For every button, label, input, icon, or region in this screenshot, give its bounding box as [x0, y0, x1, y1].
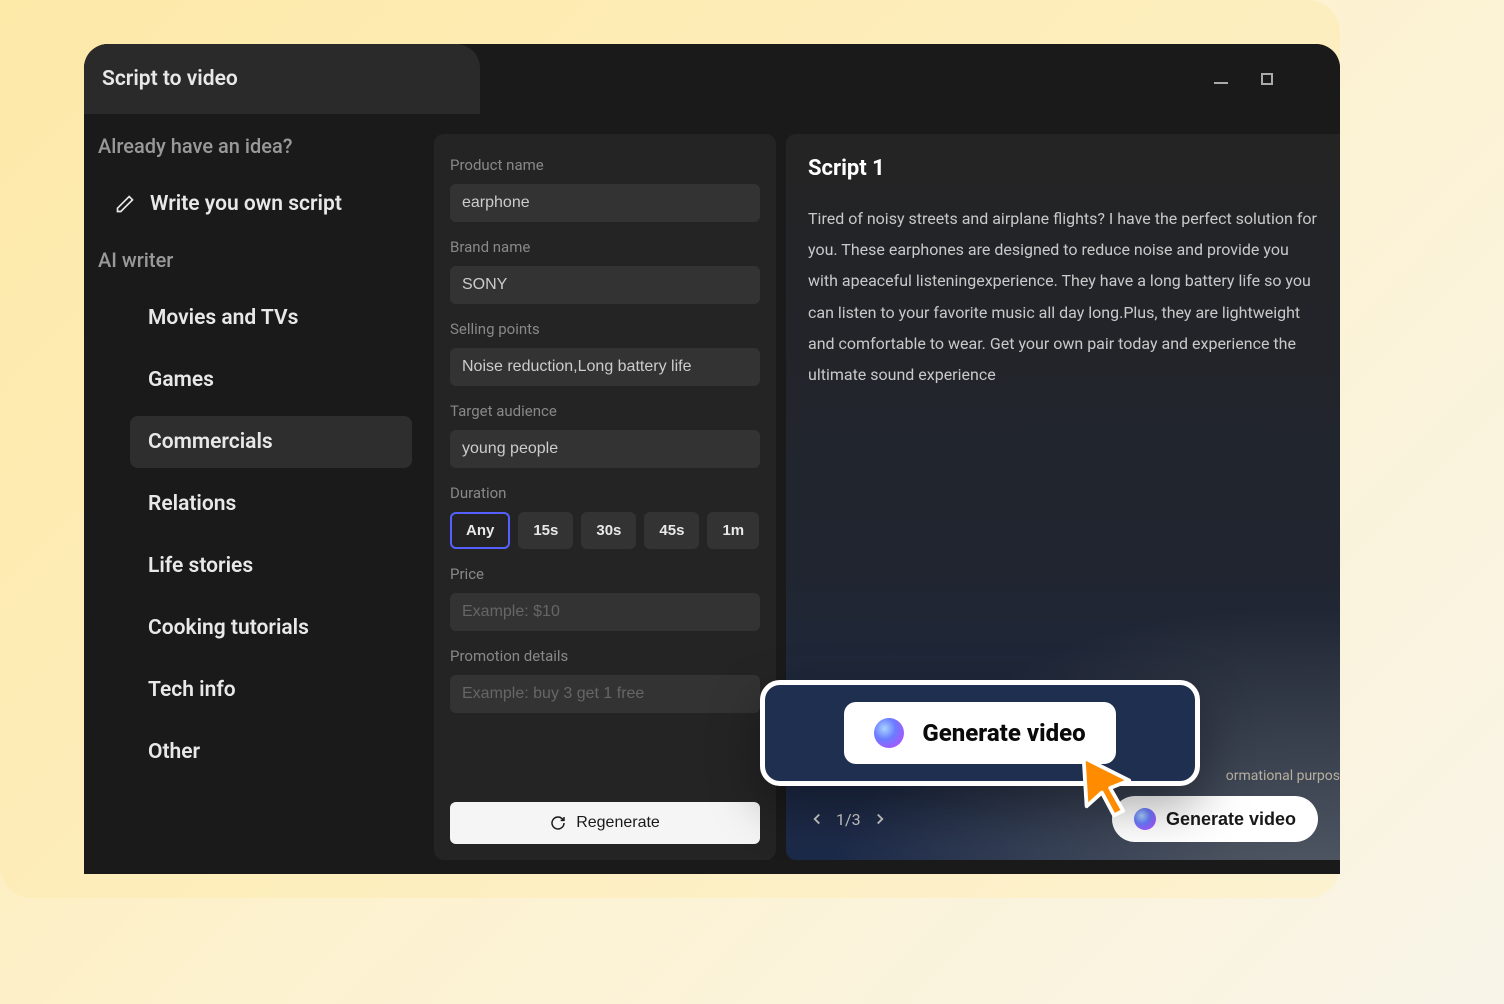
ai-orb-icon — [874, 718, 904, 748]
sidebar: Already have an idea? Write you own scri… — [84, 44, 424, 874]
sidebar-write-own[interactable]: Write you own script — [96, 178, 412, 230]
sidebar-ai-heading: AI writer — [98, 248, 412, 272]
sidebar-item-label: Other — [148, 740, 200, 764]
script-title: Script 1 — [808, 156, 1318, 181]
maximize-button[interactable] — [1258, 70, 1276, 88]
sidebar-write-own-label: Write you own script — [150, 192, 342, 216]
close-icon — [1304, 70, 1322, 88]
sidebar-item-label: Games — [148, 368, 214, 392]
generate-video-label: Generate video — [1166, 809, 1296, 830]
sidebar-item-games[interactable]: Games — [130, 354, 412, 406]
close-button[interactable] — [1304, 70, 1322, 88]
selling-points-input[interactable] — [450, 348, 760, 386]
sidebar-item-commercials[interactable]: Commercials — [130, 416, 412, 468]
duration-label: Duration — [450, 484, 760, 502]
maximize-icon — [1261, 73, 1273, 85]
duration-chip-1m[interactable]: 1m — [707, 512, 759, 549]
cursor-pointer-icon — [1076, 750, 1152, 826]
chevron-left-icon[interactable] — [808, 810, 826, 828]
regenerate-button[interactable]: Regenerate — [450, 802, 760, 844]
duration-chip-30s[interactable]: 30s — [581, 512, 636, 549]
generate-video-button-large[interactable]: Generate video — [844, 702, 1115, 764]
title-tab: Script to video — [84, 44, 480, 114]
informational-text: ormational purpos — [1226, 768, 1340, 784]
sidebar-idea-heading: Already have an idea? — [98, 134, 412, 158]
target-audience-label: Target audience — [450, 402, 760, 420]
target-audience-input[interactable] — [450, 430, 760, 468]
sidebar-item-label: Life stories — [148, 554, 253, 578]
minimize-icon — [1214, 82, 1228, 84]
script-footer: 1/3 Generate video — [808, 796, 1318, 842]
product-name-input[interactable] — [450, 184, 760, 222]
page-indicator: 1/3 — [836, 810, 861, 829]
product-name-label: Product name — [450, 156, 760, 174]
sidebar-item-tech-info[interactable]: Tech info — [130, 664, 412, 716]
pager: 1/3 — [808, 810, 889, 829]
sidebar-item-life-stories[interactable]: Life stories — [130, 540, 412, 592]
sidebar-item-other[interactable]: Other — [130, 726, 412, 778]
promo-label: Promotion details — [450, 647, 760, 665]
promo-input[interactable] — [450, 675, 760, 713]
generate-video-label-large: Generate video — [922, 719, 1085, 747]
sidebar-item-label: Movies and TVs — [148, 306, 298, 330]
sidebar-item-label: Commercials — [148, 430, 273, 454]
price-input[interactable] — [450, 593, 760, 631]
duration-chip-45s[interactable]: 45s — [644, 512, 699, 549]
selling-points-label: Selling points — [450, 320, 760, 338]
chevron-right-icon[interactable] — [871, 810, 889, 828]
sidebar-item-movies[interactable]: Movies and TVs — [130, 292, 412, 344]
duration-chip-any[interactable]: Any — [450, 512, 510, 549]
form-panel: Product name Brand name Selling points T… — [434, 134, 776, 860]
sidebar-item-label: Relations — [148, 492, 236, 516]
title-tab-text: Script to video — [102, 67, 238, 91]
sidebar-item-label: Cooking tutorials — [148, 616, 309, 640]
minimize-button[interactable] — [1212, 70, 1230, 88]
duration-options: Any 15s 30s 45s 1m — [450, 512, 760, 549]
refresh-icon — [550, 815, 566, 831]
window-controls — [1212, 70, 1322, 88]
price-label: Price — [450, 565, 760, 583]
sidebar-category-list: Movies and TVs Games Commercials Relatio… — [96, 292, 412, 778]
sidebar-item-cooking[interactable]: Cooking tutorials — [130, 602, 412, 654]
sidebar-item-label: Tech info — [148, 678, 236, 702]
brand-name-input[interactable] — [450, 266, 760, 304]
duration-chip-15s[interactable]: 15s — [518, 512, 573, 549]
regenerate-label: Regenerate — [576, 814, 660, 832]
sidebar-item-relations[interactable]: Relations — [130, 478, 412, 530]
pencil-icon — [114, 193, 136, 215]
brand-name-label: Brand name — [450, 238, 760, 256]
